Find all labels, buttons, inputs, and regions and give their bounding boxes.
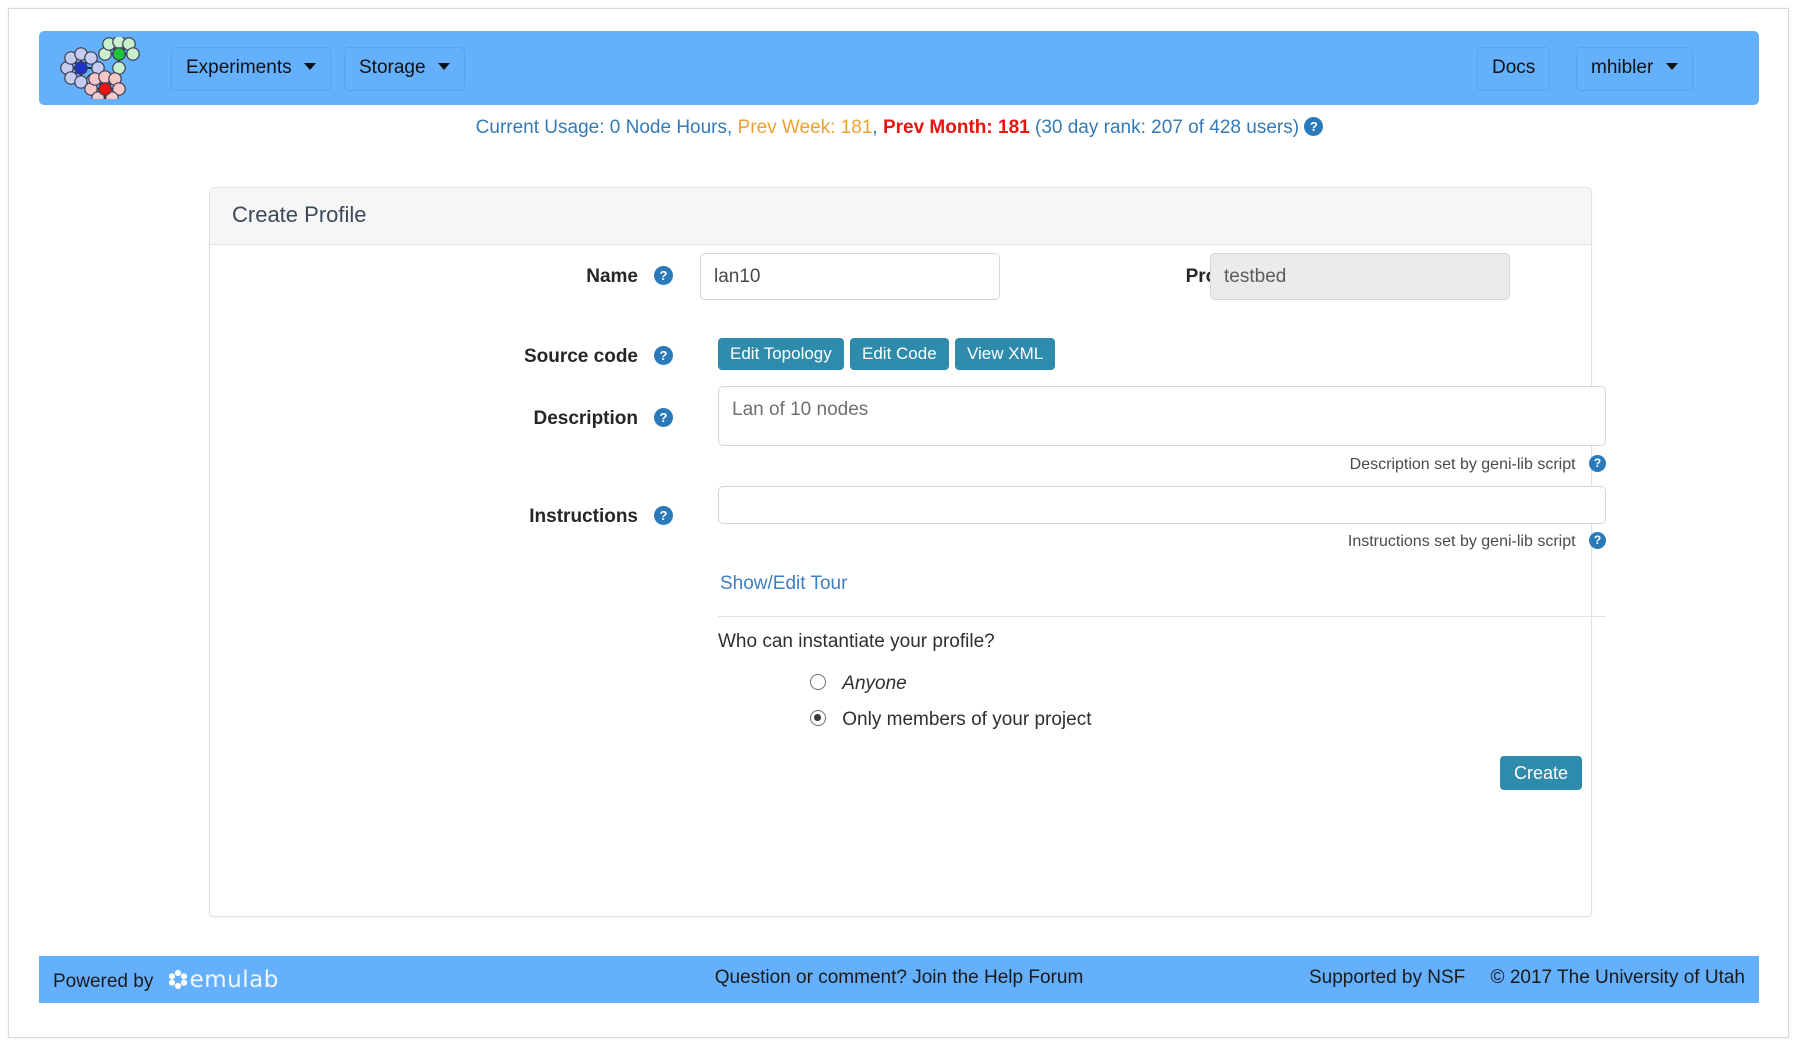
usage-rank: (30 day rank: 207 of 428 users) — [1035, 117, 1300, 138]
nav-item-storage[interactable]: Storage — [344, 47, 465, 91]
create-button[interactable]: Create — [1500, 756, 1583, 790]
tour-panel: Show/Edit Tour — [718, 568, 1606, 617]
instructions-input[interactable] — [718, 486, 1606, 524]
browser-page-frame: Experiments Storage Docs mhibler Current… — [8, 8, 1789, 1038]
name-label: Name — [586, 266, 638, 287]
edit-topology-button[interactable]: Edit Topology — [718, 338, 844, 370]
radio-option-project-members[interactable]: Only members of your project — [810, 709, 1091, 731]
permissions-question: Who can instantiate your profile? — [718, 631, 995, 652]
question-mark-icon[interactable]: ? — [1589, 532, 1606, 550]
question-mark-icon[interactable]: ? — [654, 408, 673, 427]
description-label: Description — [533, 408, 638, 429]
page-footer: Powered by emulab Question or comment? J… — [39, 956, 1759, 1003]
radio-label-project-members: Only members of your project — [842, 709, 1092, 730]
usage-summary-line: Current Usage: 0 Node Hours, Prev Week: … — [9, 117, 1788, 139]
question-mark-icon[interactable]: ? — [654, 266, 673, 285]
nav-item-experiments-label: Experiments — [186, 57, 292, 78]
usage-current: Current Usage: 0 Node Hours, — [475, 117, 733, 138]
question-mark-icon[interactable]: ? — [1304, 117, 1324, 137]
panel-heading: Create Profile — [210, 188, 1591, 245]
page-title: Create Profile — [232, 202, 367, 227]
chevron-down-icon — [303, 63, 316, 71]
instructions-label: Instructions — [529, 506, 638, 527]
usage-comma: , — [872, 117, 878, 138]
chevron-down-icon — [1665, 63, 1678, 71]
nav-item-docs[interactable]: Docs — [1477, 47, 1551, 91]
question-mark-icon[interactable]: ? — [654, 506, 673, 525]
footer-help-forum-text: Question or comment? Join the Help Forum — [714, 967, 1084, 988]
top-navbar: Experiments Storage Docs mhibler — [39, 31, 1759, 105]
chevron-down-icon — [437, 63, 450, 71]
nav-item-user-label: mhibler — [1591, 57, 1654, 78]
description-note: Description set by geni-lib script ? — [718, 455, 1606, 474]
radio-option-anyone[interactable]: Anyone — [810, 673, 907, 695]
edit-code-button[interactable]: Edit Code — [850, 338, 949, 370]
source-code-label: Source code — [523, 346, 638, 367]
question-mark-icon[interactable]: ? — [1589, 455, 1606, 473]
instructions-note-text: Instructions set by geni-lib script — [1347, 533, 1576, 550]
footer-nsf-text: Supported by NSF — [1308, 967, 1466, 988]
name-input[interactable] — [700, 253, 1000, 300]
description-textarea[interactable]: Lan of 10 nodes — [718, 386, 1606, 446]
radio-button-anyone[interactable] — [810, 674, 826, 690]
nav-item-storage-label: Storage — [359, 57, 426, 78]
description-note-text: Description set by geni-lib script — [1349, 456, 1576, 473]
footer-right: Supported by NSF © 2017 The University o… — [1309, 967, 1745, 989]
project-input — [1210, 253, 1510, 300]
nav-item-docs-label: Docs — [1492, 57, 1536, 78]
instructions-note: Instructions set by geni-lib script ? — [718, 532, 1606, 551]
usage-prev-week: Prev Week: 181 — [737, 117, 873, 138]
nav-item-experiments[interactable]: Experiments — [171, 47, 331, 91]
radio-label-anyone: Anyone — [842, 673, 907, 694]
usage-prev-month: Prev Month: 181 — [882, 117, 1030, 138]
view-xml-button[interactable]: View XML — [955, 338, 1056, 370]
question-mark-icon[interactable]: ? — [654, 346, 673, 365]
radio-button-project-members[interactable] — [810, 710, 826, 726]
emulab-cluster-logo[interactable] — [57, 37, 149, 99]
nav-item-user-menu[interactable]: mhibler — [1576, 47, 1693, 91]
create-profile-panel: Create Profile Name ? Project Source cod… — [209, 187, 1606, 917]
footer-copyright-text: © 2017 The University of Utah — [1490, 967, 1745, 988]
show-edit-tour-link[interactable]: Show/Edit Tour — [720, 573, 847, 595]
